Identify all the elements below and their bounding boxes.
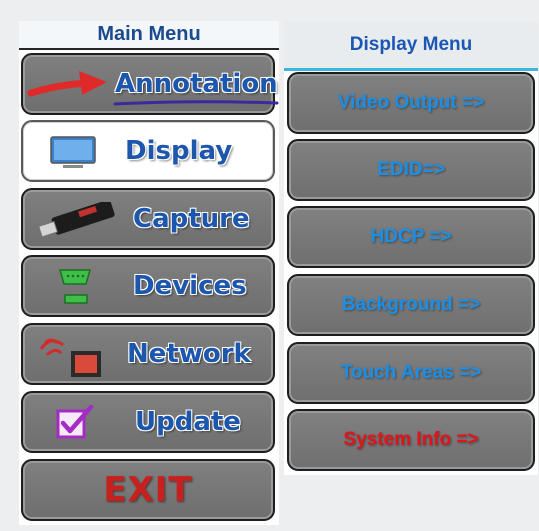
serial-port-icon [59,269,91,304]
background-button[interactable]: Background => [287,274,535,336]
exit-button[interactable]: EXIT [21,459,275,521]
red-arrow-icon [27,71,107,97]
hdcp-button[interactable]: HDCP => [287,206,535,268]
capture-label: Capture [133,204,250,234]
display-label: Display [125,136,233,166]
network-button[interactable]: Network [21,323,275,385]
capture-button[interactable]: Capture [21,188,275,250]
screen: Main Menu Annotation Display Capture Dev… [0,0,539,531]
display-menu-panel: Display Menu Video Output => EDID=> HDCP… [284,21,538,475]
main-menu-title: Main Menu [19,21,279,50]
touch-areas-button[interactable]: Touch Areas => [287,342,535,404]
update-button[interactable]: Update [21,391,275,453]
network-port-icon [39,338,101,377]
exit-label: EXIT [103,470,193,510]
update-label: Update [135,407,241,437]
monitor-icon [50,136,96,168]
devices-label: Devices [133,271,247,301]
checkbox-icon [56,405,94,439]
devices-button[interactable]: Devices [21,255,275,317]
main-menu-panel: Main Menu Annotation Display Capture Dev… [19,21,279,525]
annotation-underline [113,100,279,106]
display-button[interactable]: Display [21,120,275,182]
edid-button[interactable]: EDID=> [287,139,535,201]
display-menu-title: Display Menu [284,21,538,68]
network-label: Network [127,339,251,369]
annotation-button[interactable]: Annotation [21,53,279,115]
usb-stick-icon [38,202,115,238]
system-info-button[interactable]: System Info => [287,409,535,471]
header-divider [284,68,538,71]
video-output-button[interactable]: Video Output => [287,72,535,134]
